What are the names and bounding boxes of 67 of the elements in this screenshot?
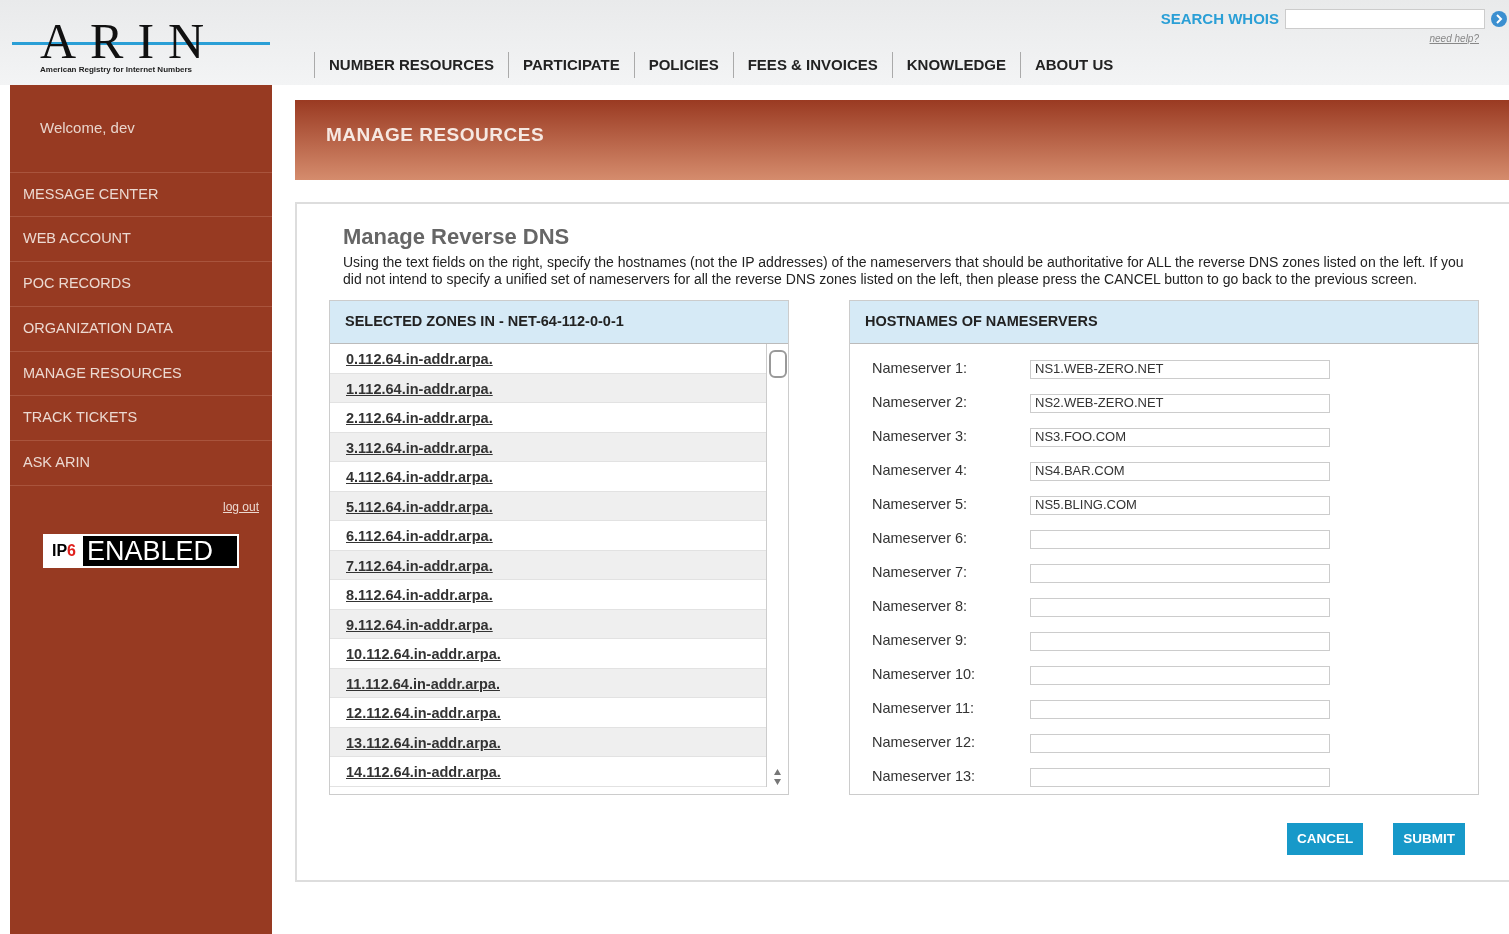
nameserver-field[interactable]: NS2.WEB-ZERO.NET (1030, 393, 1330, 413)
nameserver-field[interactable] (1030, 733, 1330, 753)
nameserver-field[interactable]: NS1.WEB-ZERO.NET (1030, 359, 1330, 379)
zone-link[interactable]: 14.112.64.in-addr.arpa. (346, 764, 501, 781)
field-label: Nameserver 10: (872, 665, 977, 685)
sidebar-link[interactable]: MANAGE RESOURCES (10, 351, 272, 397)
zone-link[interactable]: 0.112.64.in-addr.arpa. (346, 351, 493, 368)
zone-link[interactable]: 6.112.64.in-addr.arpa. (346, 528, 493, 545)
zone-link[interactable]: 11.112.64.in-addr.arpa. (346, 675, 500, 692)
zone-link[interactable]: 7.112.64.in-addr.arpa. (346, 557, 493, 574)
nameserver-field[interactable] (1030, 665, 1330, 685)
panel-heading: SELECTED ZONES IN - NET-64-112-0-0-1 (330, 301, 788, 345)
field-label: Nameserver 2: (872, 393, 969, 413)
nav-link[interactable]: POLICIES (633, 51, 733, 78)
field-label: Nameserver 13: (872, 767, 977, 787)
field-label: Nameserver 7: (872, 563, 969, 583)
sidebar-link[interactable]: ASK ARIN (10, 441, 272, 486)
zone-link[interactable]: 3.112.64.in-addr.arpa. (346, 439, 493, 456)
search-label: SEARCH WHOIS (1160, 9, 1279, 29)
nav-link[interactable]: KNOWLEDGE (891, 51, 1020, 78)
zone-link[interactable]: 2.112.64.in-addr.arpa. (346, 410, 493, 427)
sidebar-link[interactable]: TRACK TICKETS (10, 396, 272, 441)
nameserver-field[interactable] (1030, 631, 1330, 651)
nav-link[interactable]: PARTICIPATE (508, 51, 634, 78)
field-label: Nameserver 1: (872, 359, 969, 379)
sidebar-link[interactable]: WEB ACCOUNT (10, 217, 272, 262)
nav-link[interactable]: FEES & INVOICES (732, 51, 892, 78)
ipv6-enabled-logo: IP6 ENABLED (43, 533, 239, 568)
nameserver-field[interactable]: NS5.BLING.COM (1030, 495, 1330, 515)
nameserver-field[interactable] (1030, 597, 1330, 617)
zone-link[interactable]: 1.112.64.in-addr.arpa. (346, 380, 493, 397)
zone-link[interactable]: 13.112.64.in-addr.arpa. (346, 734, 501, 751)
sidebar-link[interactable]: POC RECORDS (10, 262, 272, 307)
nameserver-field[interactable]: NS3.FOO.COM (1030, 427, 1330, 447)
nav-link[interactable]: ABOUT US (1019, 51, 1128, 78)
field-label: Nameserver 9: (872, 631, 969, 651)
sidebar-link[interactable]: MESSAGE CENTER (10, 172, 272, 218)
nameserver-field[interactable] (1030, 767, 1330, 787)
nameserver-field[interactable] (1030, 563, 1330, 583)
zone-link[interactable]: 12.112.64.in-addr.arpa. (346, 705, 501, 722)
field-label: Nameserver 6: (872, 529, 969, 549)
nameserver-field[interactable] (1030, 699, 1330, 719)
sidebar-link[interactable]: ORGANIZATION DATA (10, 306, 272, 352)
field-label: Nameserver 11: (872, 699, 976, 719)
zone-link[interactable]: 8.112.64.in-addr.arpa. (346, 587, 493, 604)
search-field[interactable] (1285, 9, 1485, 30)
scroll-arrows-icon[interactable] (773, 766, 782, 787)
page-banner: MANAGE RESOURCES (295, 100, 1509, 180)
nameserver-field[interactable] (1030, 529, 1330, 549)
field-label: Nameserver 3: (872, 427, 969, 447)
welcome-text: Welcome, dev (10, 85, 272, 173)
zone-link[interactable]: 10.112.64.in-addr.arpa. (346, 646, 501, 663)
field-label: Nameserver 4: (872, 461, 969, 481)
field-label: Nameserver 12: (872, 733, 977, 753)
zone-link[interactable]: 9.112.64.in-addr.arpa. (346, 616, 493, 633)
field-label: Nameserver 5: (872, 495, 969, 515)
scroll-thumb[interactable] (768, 350, 787, 379)
scrollbar[interactable] (766, 344, 788, 787)
zone-link[interactable]: 4.112.64.in-addr.arpa. (346, 469, 493, 486)
nameserver-field[interactable]: NS4.BAR.COM (1030, 461, 1330, 481)
logout-link[interactable]: log out (10, 485, 272, 522)
zone-link[interactable]: 5.112.64.in-addr.arpa. (346, 498, 493, 515)
field-label: Nameserver 8: (872, 597, 969, 617)
panel-heading: HOSTNAMES OF NAMESERVERS (850, 301, 1478, 345)
intro-text: Using the text fields on the right, specify the hostnames (not the IP addresses) of the nameservers that should be authoritative for ALL the reverse DNS zones listed on the left. If you did not intend to specify a unified set of nameservers for all the reverse DNS zones listed on the left, then please press the CANCEL button to go back to the previous screen. (343, 254, 1465, 289)
page-title: Manage Reverse DNS (343, 224, 571, 251)
nav-link[interactable]: NUMBER RESOURCES (314, 51, 508, 78)
